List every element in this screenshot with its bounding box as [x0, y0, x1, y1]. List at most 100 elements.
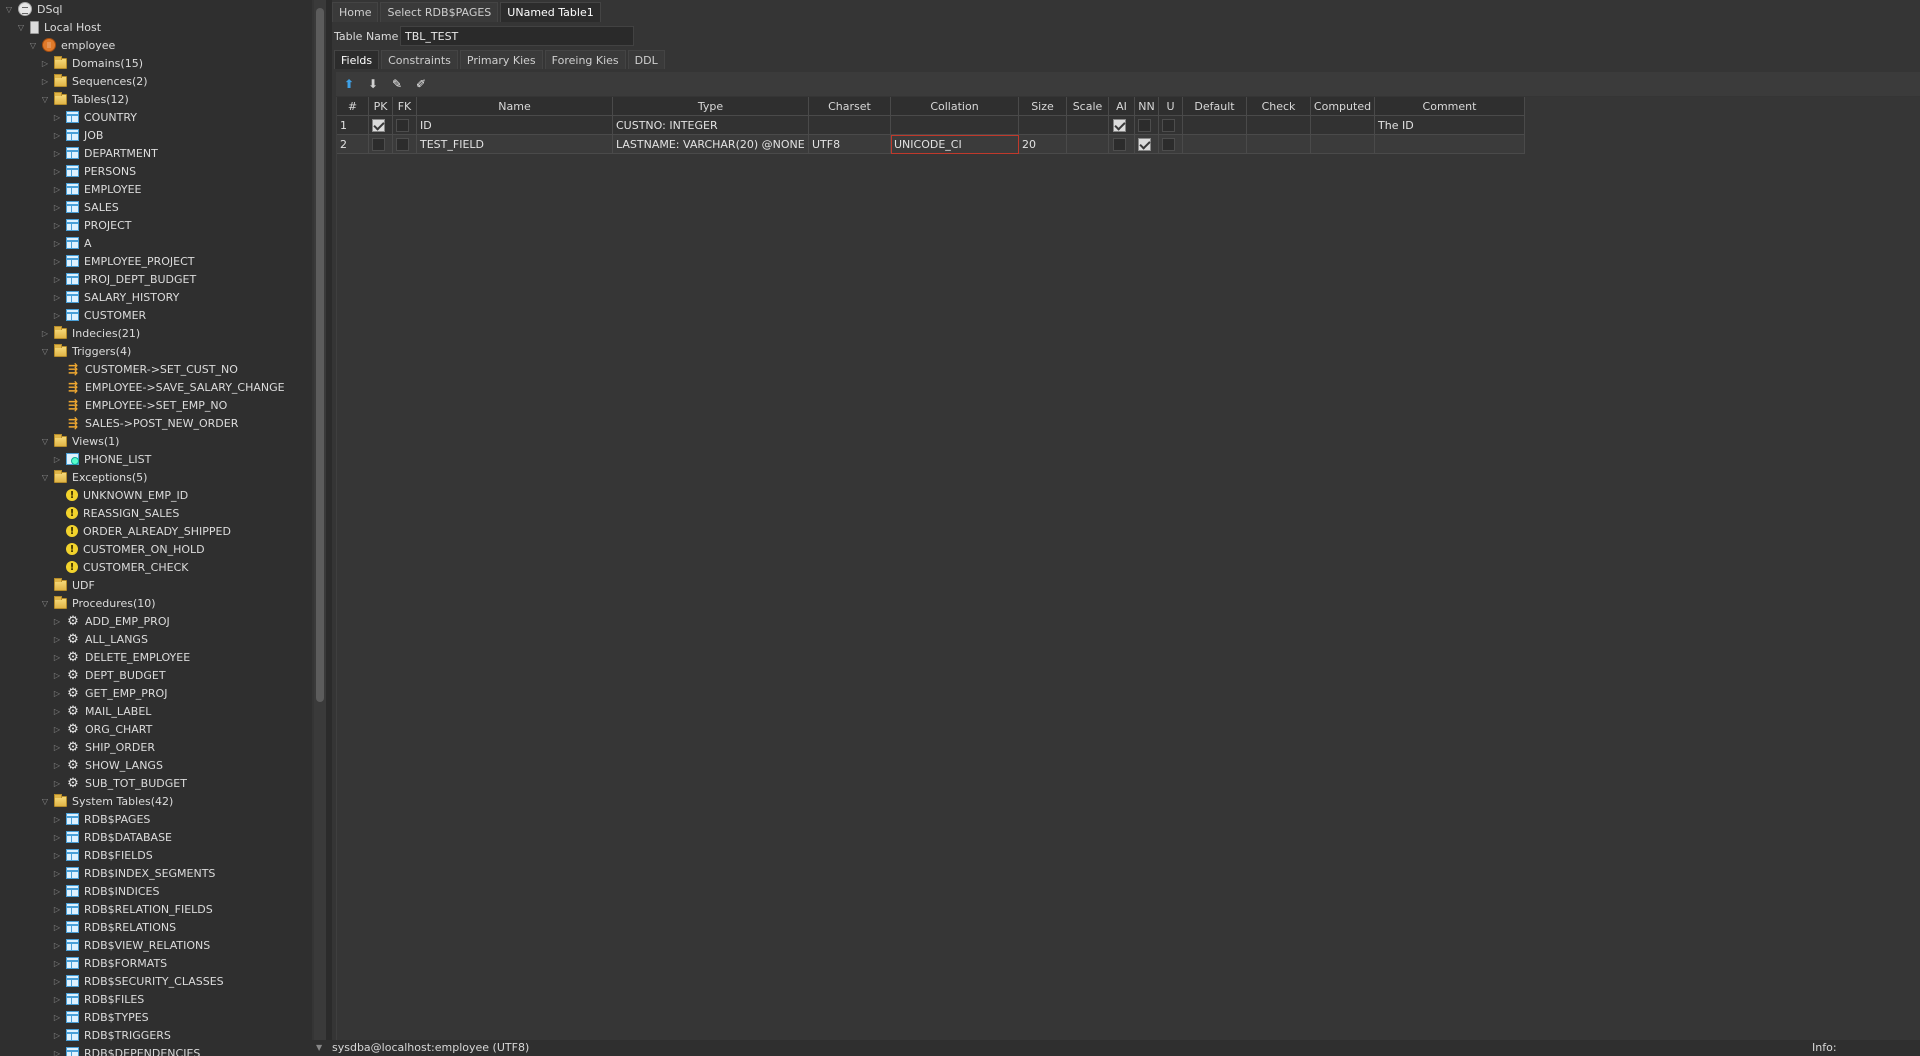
grid-cell-name[interactable]: TEST_FIELD — [417, 135, 613, 154]
tree-scrollbar-thumb[interactable] — [316, 8, 324, 702]
tree-node[interactable]: ▽ Exceptions(5) — [40, 468, 147, 486]
column-header[interactable]: Collation — [891, 97, 1019, 116]
tree-node[interactable]: ▽ employee — [28, 36, 115, 54]
tree-node[interactable]: ▷ RDB$RELATION_FIELDS — [52, 900, 213, 918]
collapse-arrow-icon[interactable]: ▷ — [52, 1012, 62, 1022]
column-header[interactable]: Scale — [1067, 97, 1109, 116]
collapse-arrow-icon[interactable]: ▷ — [52, 706, 62, 716]
tree-node[interactable]: ▷ ⚙ SHIP_ORDER — [52, 738, 155, 756]
u-checkbox[interactable] — [1162, 119, 1175, 132]
tree-node[interactable]: ▷ RDB$DATABASE — [52, 828, 172, 846]
collapse-arrow-icon[interactable]: ▷ — [52, 760, 62, 770]
column-header[interactable]: Size — [1019, 97, 1067, 116]
collapse-arrow-icon[interactable]: ▷ — [52, 940, 62, 950]
grid-cell-fk[interactable] — [393, 116, 417, 135]
tree-node[interactable]: ▷ COUNTRY — [52, 108, 137, 126]
tree-node[interactable]: ▷ ⚙ MAIL_LABEL — [52, 702, 152, 720]
tree-node[interactable]: ▷ PHONE_LIST — [52, 450, 151, 468]
tree-node[interactable]: ⇶ SALES->POST_NEW_ORDER — [52, 414, 238, 432]
collapse-arrow-icon[interactable]: ▷ — [40, 328, 50, 338]
grid-cell-computed[interactable] — [1311, 135, 1375, 154]
collapse-arrow-icon[interactable]: ▷ — [52, 166, 62, 176]
collapse-arrow-icon[interactable]: ▷ — [52, 670, 62, 680]
grid-cell-pk[interactable] — [369, 135, 393, 154]
grid-cell-pk[interactable] — [369, 116, 393, 135]
nn-checkbox[interactable] — [1138, 119, 1151, 132]
expand-arrow-icon[interactable]: ▽ — [4, 4, 14, 14]
tree-node[interactable]: ! REASSIGN_SALES — [52, 504, 179, 522]
ai-checkbox[interactable] — [1113, 119, 1126, 132]
collapse-arrow-icon[interactable]: ▷ — [52, 184, 62, 194]
grid-cell-collation[interactable]: UNICODE_CI — [891, 135, 1019, 154]
tree-node[interactable]: ▷ RDB$INDEX_SEGMENTS — [52, 864, 216, 882]
tree-node[interactable]: ⇶ CUSTOMER->SET_CUST_NO — [52, 360, 238, 378]
grid-cell-type[interactable]: LASTNAME: VARCHAR(20) @NONE — [613, 135, 809, 154]
collapse-arrow-icon[interactable]: ▷ — [52, 1048, 62, 1056]
tree-node[interactable]: ▷ EMPLOYEE_PROJECT — [52, 252, 195, 270]
tree-node[interactable]: ▷ ⚙ ADD_EMP_PROJ — [52, 612, 170, 630]
tree-node[interactable]: ▷ ⚙ SHOW_LANGS — [52, 756, 163, 774]
column-header[interactable]: FK — [393, 97, 417, 116]
grid-cell-collation[interactable] — [891, 116, 1019, 135]
tree-node[interactable]: ▷ SALES — [52, 198, 119, 216]
expand-arrow-icon[interactable]: ▽ — [40, 796, 50, 806]
tree-node[interactable]: ▽ Triggers(4) — [40, 342, 131, 360]
collapse-arrow-icon[interactable]: ▷ — [52, 994, 62, 1004]
collapse-arrow-icon[interactable]: ▷ — [52, 850, 62, 860]
expand-arrow-icon[interactable]: ▽ — [40, 472, 50, 482]
nn-checkbox[interactable] — [1138, 138, 1151, 151]
expand-arrow-icon[interactable]: ▽ — [40, 436, 50, 446]
collapse-arrow-icon[interactable]: ▷ — [52, 256, 62, 266]
collapse-arrow-icon[interactable]: ▷ — [52, 976, 62, 986]
ai-checkbox[interactable] — [1113, 138, 1126, 151]
grid-cell-name[interactable]: ID — [417, 116, 613, 135]
add-field-icon[interactable]: ✎ — [386, 74, 408, 94]
expand-arrow-icon[interactable]: ▽ — [40, 346, 50, 356]
tree-node[interactable]: ▷ Indecies(21) — [40, 324, 140, 342]
tree-node[interactable]: ! UNKNOWN_EMP_ID — [52, 486, 188, 504]
column-header[interactable]: Computed — [1311, 97, 1375, 116]
grid-cell-default[interactable] — [1183, 116, 1247, 135]
grid-cell-nn[interactable] — [1135, 116, 1159, 135]
tree-node[interactable]: ▷ DEPARTMENT — [52, 144, 158, 162]
pk-checkbox[interactable] — [372, 119, 385, 132]
tree-node[interactable]: ▷ RDB$TRIGGERS — [52, 1026, 171, 1044]
tree-scrollbar[interactable] — [314, 0, 326, 1056]
tree-node[interactable]: ▷ RDB$INDICES — [52, 882, 160, 900]
collapse-arrow-icon[interactable]: ▷ — [40, 58, 50, 68]
expand-arrow-icon[interactable]: ▽ — [28, 40, 38, 50]
tree-node[interactable]: ▷ ⚙ SUB_TOT_BUDGET — [52, 774, 187, 792]
grid-cell-nn[interactable] — [1135, 135, 1159, 154]
tree-node[interactable]: ▽ System Tables(42) — [40, 792, 173, 810]
collapse-arrow-icon[interactable]: ▷ — [52, 454, 62, 464]
collapse-arrow-icon[interactable]: ▷ — [52, 130, 62, 140]
collapse-arrow-icon[interactable]: ▷ — [52, 292, 62, 302]
tree-node[interactable]: ▷ ⚙ DELETE_EMPLOYEE — [52, 648, 190, 666]
tree-node[interactable]: ▽ Local Host — [16, 18, 101, 36]
collapse-arrow-icon[interactable]: ▷ — [52, 832, 62, 842]
tree-node[interactable]: ▷ JOB — [52, 126, 104, 144]
table-name-input[interactable] — [400, 26, 634, 46]
tree-node[interactable]: ▷ ⚙ ORG_CHART — [52, 720, 152, 738]
grid-cell-computed[interactable] — [1311, 116, 1375, 135]
fk-checkbox[interactable] — [396, 119, 409, 132]
collapse-arrow-icon[interactable]: ▷ — [52, 202, 62, 212]
grid-cell-fk[interactable] — [393, 135, 417, 154]
editor-tab-0[interactable]: Home — [332, 2, 379, 22]
column-header[interactable]: # — [337, 97, 369, 116]
subtab-3[interactable]: Foreing Kies — [544, 50, 626, 69]
column-header[interactable]: Comment — [1375, 97, 1525, 116]
column-header[interactable]: NN — [1135, 97, 1159, 116]
collapse-arrow-icon[interactable]: ▷ — [52, 814, 62, 824]
grid-cell-scale[interactable] — [1067, 116, 1109, 135]
tree-node[interactable]: ! CUSTOMER_ON_HOLD — [52, 540, 205, 558]
tree-node[interactable]: ▷ RDB$VIEW_RELATIONS — [52, 936, 210, 954]
tree-node[interactable]: ! CUSTOMER_CHECK — [52, 558, 188, 576]
tree-node[interactable]: ▷ RDB$FIELDS — [52, 846, 153, 864]
remove-field-icon[interactable]: ✐ — [410, 74, 432, 94]
grid-cell-check[interactable] — [1247, 116, 1311, 135]
tree-node[interactable]: ▷ RDB$DEPENDENCIES — [52, 1044, 200, 1056]
collapse-arrow-icon[interactable]: ▷ — [52, 652, 62, 662]
tree-node[interactable]: ⇶ EMPLOYEE->SET_EMP_NO — [52, 396, 227, 414]
pk-checkbox[interactable] — [372, 138, 385, 151]
